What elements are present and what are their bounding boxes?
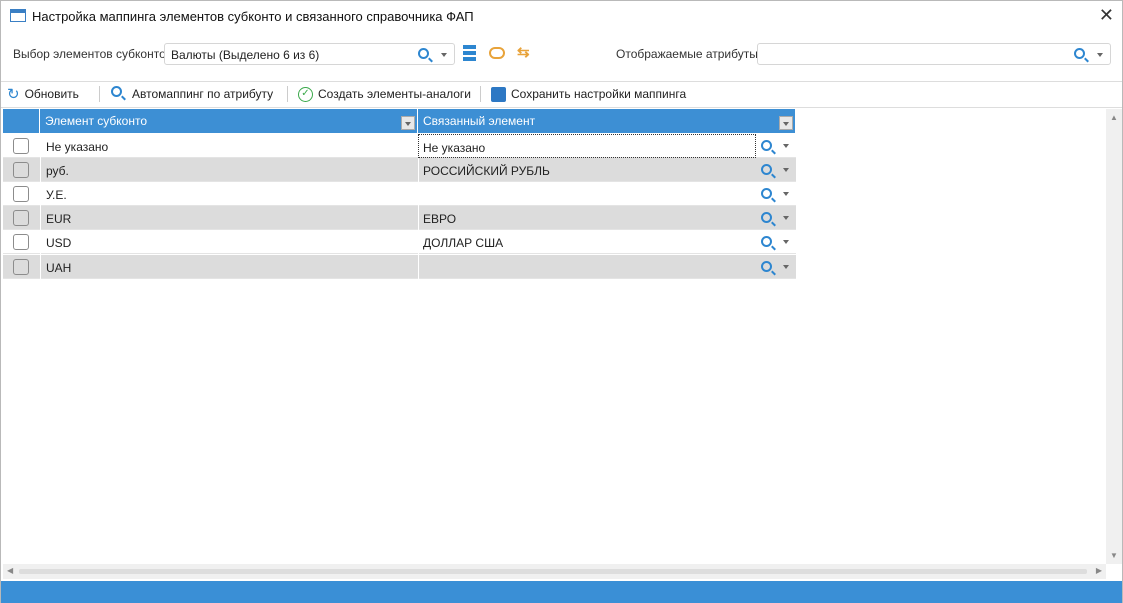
refresh-icon: ↻ — [7, 86, 20, 103]
link-icon[interactable] — [489, 47, 505, 59]
automap-button[interactable]: Автомаппинг по атрибуту — [111, 84, 273, 104]
linked-element-cell[interactable] — [418, 182, 756, 206]
title-bar: Настройка маппинга элементов субконто и … — [1, 1, 1122, 33]
table-row[interactable]: Не указано Не указано — [3, 134, 796, 158]
grid-header: Элемент субконто Связанный элемент — [3, 109, 796, 133]
element-cell[interactable]: UAH — [40, 255, 418, 279]
refresh-button[interactable]: ↻ Обновить — [7, 84, 79, 104]
search-icon[interactable] — [418, 48, 429, 59]
attrs-label: Отображаемые атрибуты: — [616, 47, 762, 61]
search-icon[interactable] — [761, 164, 772, 175]
chevron-down-icon[interactable] — [783, 240, 789, 244]
table-row[interactable]: руб. РОССИЙСКИЙ РУБЛЬ — [3, 158, 796, 182]
chevron-down-icon[interactable] — [783, 216, 789, 220]
scroll-left-icon[interactable]: ◀ — [7, 566, 13, 575]
chevron-down-icon[interactable] — [783, 144, 789, 148]
row-checkbox[interactable] — [13, 259, 29, 275]
linked-element-cell[interactable]: РОССИЙСКИЙ РУБЛЬ — [418, 158, 756, 182]
divider — [287, 86, 288, 102]
element-cell[interactable]: руб. — [40, 158, 418, 182]
create-analogs-button[interactable]: ✓ Создать элементы-аналоги — [298, 84, 471, 104]
chevron-down-icon[interactable] — [783, 168, 789, 172]
column-filter-button[interactable] — [401, 116, 415, 130]
column-header-linked[interactable]: Связанный элемент — [418, 109, 796, 133]
divider — [1, 107, 1122, 108]
table-row[interactable]: UAH — [3, 255, 796, 279]
search-icon[interactable] — [761, 212, 772, 223]
search-icon — [111, 86, 122, 97]
search-icon[interactable] — [1074, 48, 1085, 59]
element-cell[interactable]: Не указано — [40, 134, 418, 158]
scroll-right-icon[interactable]: ▶ — [1096, 566, 1102, 575]
save-icon — [491, 86, 506, 102]
status-bar — [1, 581, 1122, 603]
window-icon — [10, 9, 26, 22]
row-checkbox[interactable] — [13, 138, 29, 154]
save-label: Сохранить настройки маппинга — [511, 87, 687, 101]
row-checkbox[interactable] — [13, 162, 29, 178]
element-cell[interactable]: У.Е. — [40, 182, 418, 206]
close-icon[interactable]: ✕ — [1099, 5, 1114, 26]
chevron-down-icon[interactable] — [1097, 53, 1103, 57]
row-checkbox[interactable] — [13, 210, 29, 226]
scroll-up-icon[interactable]: ▲ — [1110, 113, 1118, 122]
subconto-select[interactable]: Валюты (Выделено 6 из 6) — [164, 43, 455, 65]
chevron-down-icon[interactable] — [441, 53, 447, 57]
attrs-select[interactable] — [757, 43, 1111, 65]
save-button[interactable]: Сохранить настройки маппинга — [491, 84, 686, 104]
scroll-down-icon[interactable]: ▼ — [1110, 551, 1118, 560]
divider — [1, 81, 1122, 82]
check-circle-icon: ✓ — [298, 86, 313, 102]
search-icon[interactable] — [761, 188, 772, 199]
table-row[interactable]: У.Е. — [3, 182, 796, 206]
element-cell[interactable]: EUR — [40, 206, 418, 230]
search-icon[interactable] — [761, 261, 772, 272]
divider — [480, 86, 481, 102]
linked-element-cell[interactable]: ЕВРО — [418, 206, 756, 230]
linked-element-cell[interactable] — [418, 255, 756, 279]
column-header-element[interactable]: Элемент субконто — [40, 109, 418, 133]
divider — [99, 86, 100, 102]
select-label: Выбор элементов субконто — [13, 47, 166, 61]
row-checkbox[interactable] — [13, 234, 29, 250]
table-row[interactable]: EUR ЕВРО — [3, 206, 796, 230]
linked-element-cell[interactable]: Не указано — [418, 134, 756, 158]
chevron-down-icon[interactable] — [783, 265, 789, 269]
column-filter-button[interactable] — [779, 116, 793, 130]
scroll-thumb[interactable] — [19, 569, 1087, 574]
refresh-label: Обновить — [24, 87, 79, 101]
element-cell[interactable]: USD — [40, 230, 418, 254]
table-row[interactable]: USD ДОЛЛАР США — [3, 230, 796, 254]
chevron-down-icon[interactable] — [783, 192, 789, 196]
row-checkbox[interactable] — [13, 186, 29, 202]
list-icon[interactable] — [463, 45, 476, 62]
create-analogs-label: Создать элементы-аналоги — [318, 87, 472, 101]
linked-element-cell[interactable]: ДОЛЛАР США — [418, 230, 756, 254]
header-select-all[interactable] — [3, 109, 40, 133]
vertical-scrollbar[interactable]: ▲ ▼ — [1106, 109, 1122, 564]
search-icon[interactable] — [761, 236, 772, 247]
subconto-select-value: Валюты (Выделено 6 из 6) — [171, 48, 320, 62]
automap-label: Автомаппинг по атрибуту — [132, 87, 274, 101]
column-title: Связанный элемент — [423, 114, 536, 128]
window-title: Настройка маппинга элементов субконто и … — [32, 9, 474, 24]
search-icon[interactable] — [761, 140, 772, 151]
horizontal-scrollbar[interactable]: ◀ ▶ — [3, 564, 1106, 579]
column-title: Элемент субконто — [45, 114, 148, 128]
swap-icon[interactable]: ⇆ — [517, 43, 530, 61]
